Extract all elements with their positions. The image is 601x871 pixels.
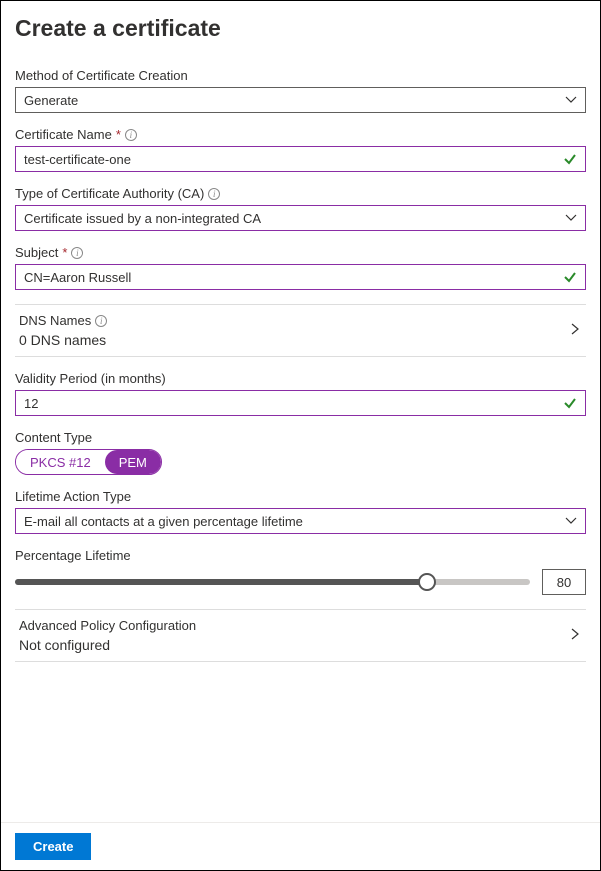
create-button[interactable]: Create <box>15 833 91 860</box>
lifetime-select[interactable]: E-mail all contacts at a given percentag… <box>15 508 586 534</box>
check-icon <box>563 152 577 166</box>
info-icon[interactable]: i <box>95 315 107 327</box>
chevron-down-icon <box>565 94 577 106</box>
chevron-down-icon <box>565 212 577 224</box>
dns-label: DNS Names <box>19 313 91 328</box>
ca-type-value: Certificate issued by a non-integrated C… <box>24 211 261 226</box>
info-icon[interactable]: i <box>125 129 137 141</box>
chevron-down-icon <box>565 515 577 527</box>
subject-value: CN=Aaron Russell <box>24 270 131 285</box>
required-asterisk: * <box>62 245 67 260</box>
subject-input[interactable]: CN=Aaron Russell <box>15 264 586 290</box>
percentage-slider[interactable] <box>15 579 530 585</box>
advanced-policy-row[interactable]: Advanced Policy Configuration Not config… <box>15 609 586 662</box>
dns-names-row[interactable]: DNS Names i 0 DNS names <box>15 304 586 357</box>
chevron-right-icon <box>568 322 582 339</box>
cert-name-input[interactable]: test-certificate-one <box>15 146 586 172</box>
cert-name-value: test-certificate-one <box>24 152 131 167</box>
lifetime-value: E-mail all contacts at a given percentag… <box>24 514 303 529</box>
content-type-label: Content Type <box>15 430 586 445</box>
check-icon <box>563 396 577 410</box>
page-title: Create a certificate <box>15 15 586 42</box>
required-asterisk: * <box>116 127 121 142</box>
dns-value: 0 DNS names <box>19 332 107 348</box>
ca-type-select[interactable]: Certificate issued by a non-integrated C… <box>15 205 586 231</box>
lifetime-label: Lifetime Action Type <box>15 489 586 504</box>
advanced-label: Advanced Policy Configuration <box>19 618 196 633</box>
content-type-pem[interactable]: PEM <box>105 450 161 474</box>
advanced-value: Not configured <box>19 637 196 653</box>
method-value: Generate <box>24 93 78 108</box>
ca-type-label: Type of Certificate Authority (CA) i <box>15 186 586 201</box>
content-type-pkcs12[interactable]: PKCS #12 <box>16 450 105 474</box>
slider-thumb[interactable] <box>418 573 436 591</box>
subject-label: Subject * i <box>15 245 586 260</box>
validity-label: Validity Period (in months) <box>15 371 586 386</box>
percentage-value-box[interactable]: 80 <box>542 569 586 595</box>
validity-input[interactable]: 12 <box>15 390 586 416</box>
info-icon[interactable]: i <box>71 247 83 259</box>
info-icon[interactable]: i <box>208 188 220 200</box>
validity-value: 12 <box>24 396 38 411</box>
check-icon <box>563 270 577 284</box>
percentage-label: Percentage Lifetime <box>15 548 586 563</box>
chevron-right-icon <box>568 627 582 644</box>
cert-name-label: Certificate Name * i <box>15 127 586 142</box>
method-select[interactable]: Generate <box>15 87 586 113</box>
method-label: Method of Certificate Creation <box>15 68 586 83</box>
content-type-toggle[interactable]: PKCS #12 PEM <box>15 449 162 475</box>
